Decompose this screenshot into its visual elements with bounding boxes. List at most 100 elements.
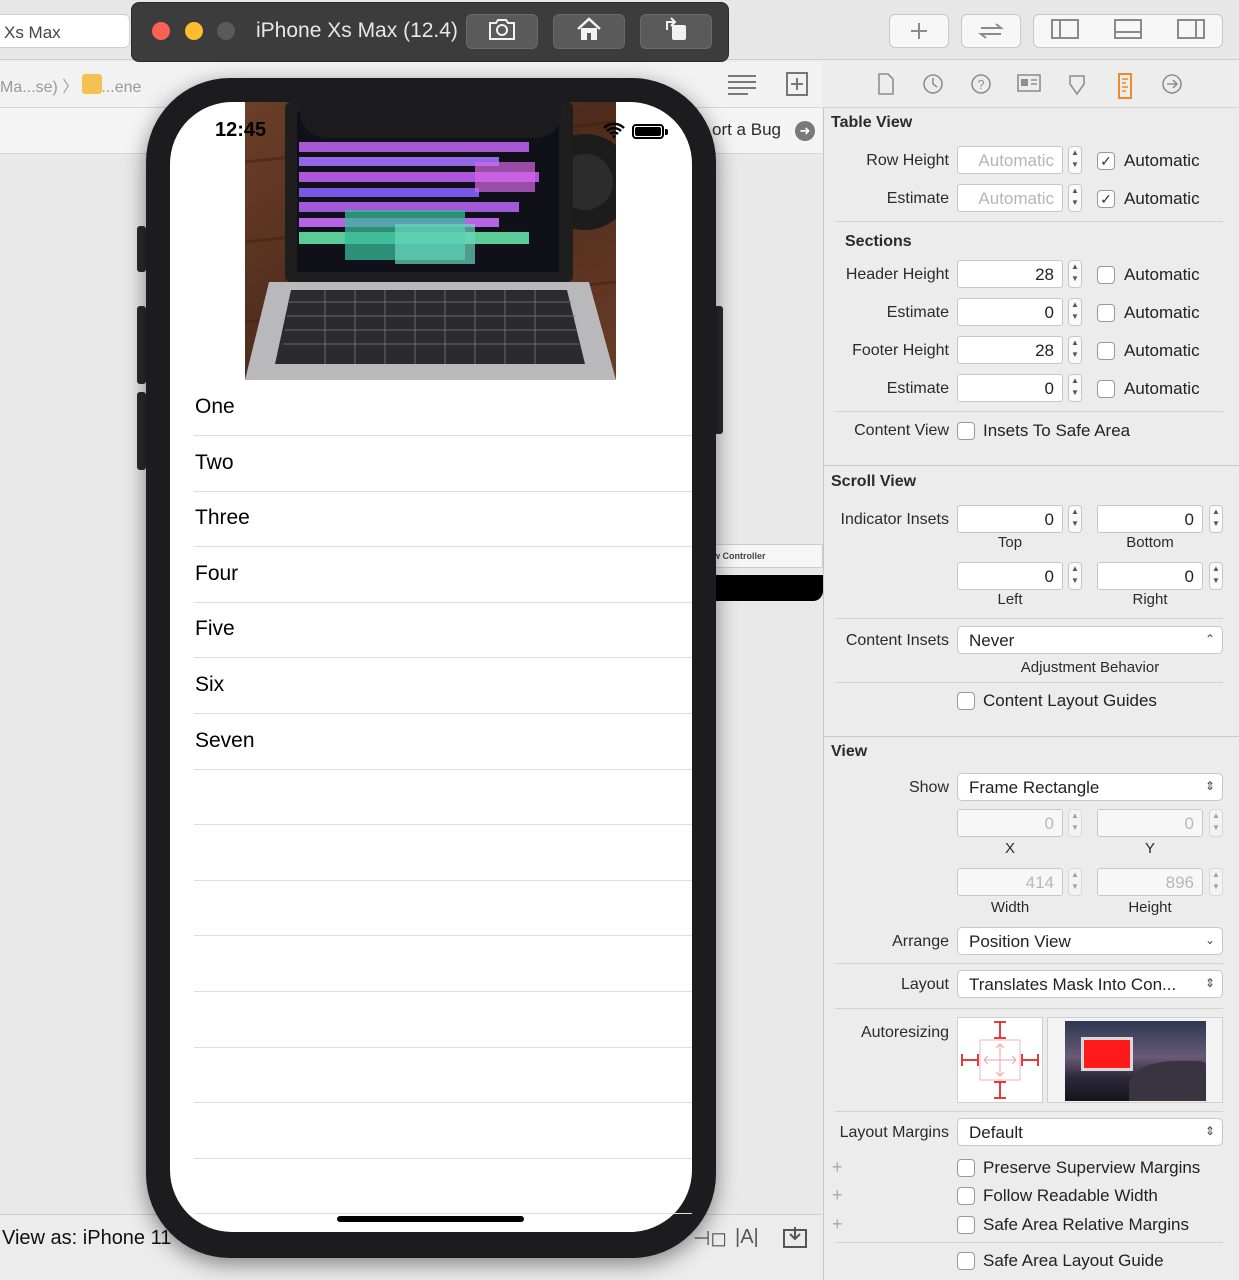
table-row[interactable]: Six	[194, 658, 692, 714]
autoresizing-mask-editor[interactable]	[957, 1017, 1043, 1103]
scheme-selector[interactable]: Xs Max	[0, 14, 130, 48]
preserve-superview-checkbox[interactable]	[957, 1159, 975, 1177]
inset-bottom-stepper[interactable]: ▲ ▼	[1209, 505, 1223, 533]
table-row[interactable]: Five	[194, 602, 692, 659]
plus-icon[interactable]: +	[832, 1185, 843, 1206]
updown-chevron-icon: ⇕	[1204, 1124, 1215, 1138]
row-height-auto-label: Automatic	[1124, 151, 1200, 170]
inset-left-field[interactable]: 0	[957, 562, 1063, 590]
divider	[835, 1242, 1223, 1243]
header-estimate-field[interactable]: 0	[957, 298, 1063, 326]
insets-safe-area-checkbox[interactable]	[957, 422, 975, 440]
scroll-view-title: Scroll View	[831, 473, 917, 490]
header-height-auto-checkbox[interactable]	[1097, 266, 1115, 284]
table-row[interactable]: Two	[194, 436, 692, 492]
identity-icon[interactable]	[1017, 73, 1041, 97]
top-caption: Top	[997, 534, 1023, 551]
inset-right-field[interactable]: 0	[1097, 562, 1203, 590]
swap-icon[interactable]	[961, 14, 1021, 48]
header-height-field[interactable]: 28	[957, 260, 1063, 288]
estimate-auto-checkbox[interactable]: ✓	[1097, 190, 1115, 208]
footer-estimate-stepper[interactable]: ▲ ▼	[1068, 374, 1082, 402]
align-icon[interactable]: ⊣◻	[693, 1226, 727, 1251]
estimate-stepper[interactable]: ▲ ▼	[1068, 184, 1082, 212]
right-panel-icon[interactable]	[1176, 18, 1205, 44]
pin-icon[interactable]: |A|	[735, 1226, 759, 1249]
estimate-auto-label: Automatic	[1124, 189, 1200, 208]
header-height-stepper[interactable]: ▲ ▼	[1068, 260, 1082, 288]
table-row[interactable]	[194, 936, 692, 992]
content-insets-popup[interactable]: Never ⌃	[957, 626, 1223, 654]
table-row[interactable]: One	[194, 380, 692, 436]
lines-icon[interactable]	[727, 72, 757, 101]
footer-height-stepper[interactable]: ▲ ▼	[1068, 336, 1082, 364]
table-row[interactable]: Three	[194, 491, 692, 548]
bottom-panel-icon[interactable]	[1113, 18, 1142, 44]
inset-top-field[interactable]: 0	[957, 505, 1063, 533]
row-height-auto-checkbox[interactable]: ✓	[1097, 152, 1115, 170]
view-title: View	[831, 743, 868, 760]
footer-height-field[interactable]: 28	[957, 336, 1063, 364]
history-icon[interactable]	[921, 73, 945, 97]
footer-estimate-auto-checkbox[interactable]	[1097, 380, 1115, 398]
layout-popup[interactable]: Translates Mask Into Con... ⇕	[957, 970, 1223, 998]
table-row[interactable]	[194, 880, 692, 937]
chevron-down-icon: ⌄	[1204, 933, 1215, 947]
autoresizing-preview	[1047, 1017, 1223, 1103]
view-as-device[interactable]: View as: iPhone 11	[2, 1227, 171, 1250]
attributes-icon[interactable]	[1065, 73, 1089, 97]
embed-icon[interactable]	[783, 1226, 807, 1253]
left-panel-icon[interactable]	[1051, 18, 1080, 44]
table-row[interactable]	[194, 1158, 692, 1215]
x-field: 0	[957, 809, 1063, 837]
plus-icon[interactable]: +	[832, 1214, 843, 1235]
y-caption: Y	[1144, 840, 1155, 857]
row-height-field[interactable]: Automatic	[957, 146, 1063, 174]
header-estimate-stepper[interactable]: ▲ ▼	[1068, 298, 1082, 326]
layout-margins-popup[interactable]: Default ⇕	[957, 1118, 1223, 1146]
home-button[interactable]	[553, 14, 625, 49]
plus-icon[interactable]: +	[832, 1157, 843, 1178]
divider	[835, 1111, 1223, 1112]
screenshot-button[interactable]	[466, 14, 538, 49]
safe-area-relative-checkbox[interactable]	[957, 1216, 975, 1234]
arrange-popup[interactable]: Position View ⌄	[957, 927, 1223, 955]
file-icon[interactable]	[874, 73, 898, 97]
add-editor-icon[interactable]	[786, 72, 808, 101]
row-height-stepper[interactable]: ▲ ▼	[1068, 146, 1082, 174]
size-icon[interactable]	[1113, 73, 1137, 99]
connections-icon[interactable]	[1160, 73, 1184, 97]
follow-readable-checkbox[interactable]	[957, 1187, 975, 1205]
table-row[interactable]	[194, 825, 692, 881]
divider	[835, 963, 1223, 964]
footer-height-auto-checkbox[interactable]	[1097, 342, 1115, 360]
inset-bottom-field[interactable]: 0	[1097, 505, 1203, 533]
help-icon[interactable]: ?	[969, 73, 993, 97]
home-indicator[interactable]	[337, 1216, 524, 1222]
plus-icon[interactable]	[889, 14, 949, 48]
minimize-icon[interactable]	[185, 22, 203, 40]
show-popup[interactable]: Frame Rectangle ⇕	[957, 773, 1223, 801]
close-icon[interactable]	[152, 22, 170, 40]
table-row[interactable]	[194, 1047, 692, 1104]
jump-bar-path[interactable]: Ma...se) 〉 Ex...ene	[0, 73, 141, 97]
arrow-right-circle-icon[interactable]: ➜	[795, 121, 815, 141]
content-layout-guides-checkbox[interactable]	[957, 692, 975, 710]
report-bug-link[interactable]: ort a Bug	[712, 120, 781, 140]
table-row[interactable]	[194, 992, 692, 1048]
inset-left-stepper[interactable]: ▲ ▼	[1068, 562, 1082, 590]
camera-icon	[488, 17, 516, 46]
inset-right-stepper[interactable]: ▲ ▼	[1209, 562, 1223, 590]
zoom-icon[interactable]	[217, 22, 235, 40]
header-estimate-auto-checkbox[interactable]	[1097, 304, 1115, 322]
rotate-button[interactable]	[640, 14, 712, 49]
table-row[interactable]: Seven	[194, 714, 692, 770]
table-row[interactable]	[194, 1103, 692, 1159]
footer-estimate-field[interactable]: 0	[957, 374, 1063, 402]
inset-top-stepper[interactable]: ▲ ▼	[1068, 505, 1082, 533]
table-row[interactable]: Four	[194, 547, 692, 603]
divider	[835, 618, 1223, 619]
table-row[interactable]	[194, 769, 692, 826]
safe-area-guide-checkbox[interactable]	[957, 1252, 975, 1270]
estimate-field[interactable]: Automatic	[957, 184, 1063, 212]
